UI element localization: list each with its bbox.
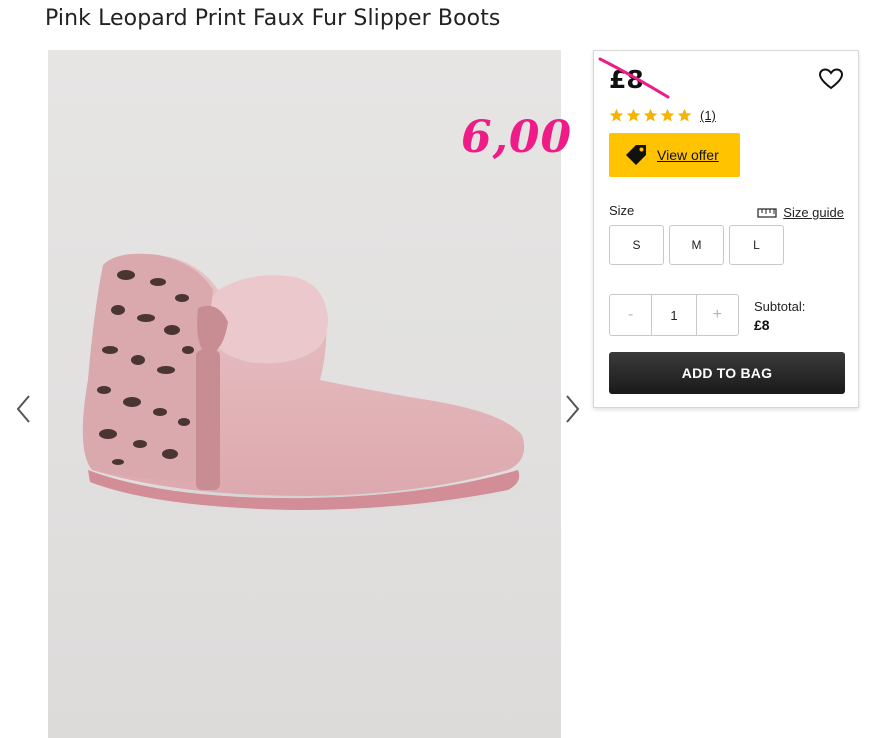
view-offer-button[interactable]: View offer bbox=[609, 133, 740, 177]
handwritten-price-annotation: 6,00 bbox=[461, 112, 573, 163]
price-tag-icon bbox=[626, 145, 646, 165]
chevron-left-icon bbox=[16, 395, 30, 423]
subtotal-label: Subtotal: bbox=[754, 299, 806, 314]
previous-image-arrow[interactable] bbox=[12, 392, 36, 426]
size-guide-link[interactable]: Size guide bbox=[757, 205, 844, 220]
star-icon bbox=[677, 108, 692, 122]
product-title: Pink Leopard Print Faux Fur Slipper Boot… bbox=[45, 6, 501, 31]
quantity-stepper: - 1 + bbox=[609, 294, 739, 336]
star-icon bbox=[626, 108, 641, 122]
size-option-m[interactable]: M bbox=[669, 225, 724, 265]
product-price: £8 bbox=[609, 65, 644, 94]
view-offer-label: View offer bbox=[657, 147, 719, 163]
quantity-increase-button[interactable]: + bbox=[697, 295, 738, 335]
chevron-right-icon bbox=[566, 395, 580, 423]
subtotal-value: £8 bbox=[754, 317, 770, 333]
wishlist-button[interactable] bbox=[818, 67, 844, 91]
rating-stars: (1) bbox=[609, 108, 716, 123]
star-icon bbox=[609, 108, 624, 122]
add-to-bag-button[interactable]: ADD TO BAG bbox=[609, 352, 845, 394]
heart-icon bbox=[818, 68, 844, 90]
star-icon bbox=[643, 108, 658, 122]
review-count-link[interactable]: (1) bbox=[700, 108, 716, 123]
purchase-panel: £8 (1) View offer Size Size guide S M L … bbox=[593, 50, 859, 408]
quantity-decrease-button[interactable]: - bbox=[610, 295, 651, 335]
ruler-icon bbox=[757, 207, 777, 218]
next-image-arrow[interactable] bbox=[560, 392, 584, 426]
quantity-value[interactable]: 1 bbox=[651, 295, 697, 335]
size-option-l[interactable]: L bbox=[729, 225, 784, 265]
size-option-s[interactable]: S bbox=[609, 225, 664, 265]
star-icon bbox=[660, 108, 675, 122]
size-label: Size bbox=[609, 203, 635, 218]
size-guide-label: Size guide bbox=[783, 205, 844, 220]
